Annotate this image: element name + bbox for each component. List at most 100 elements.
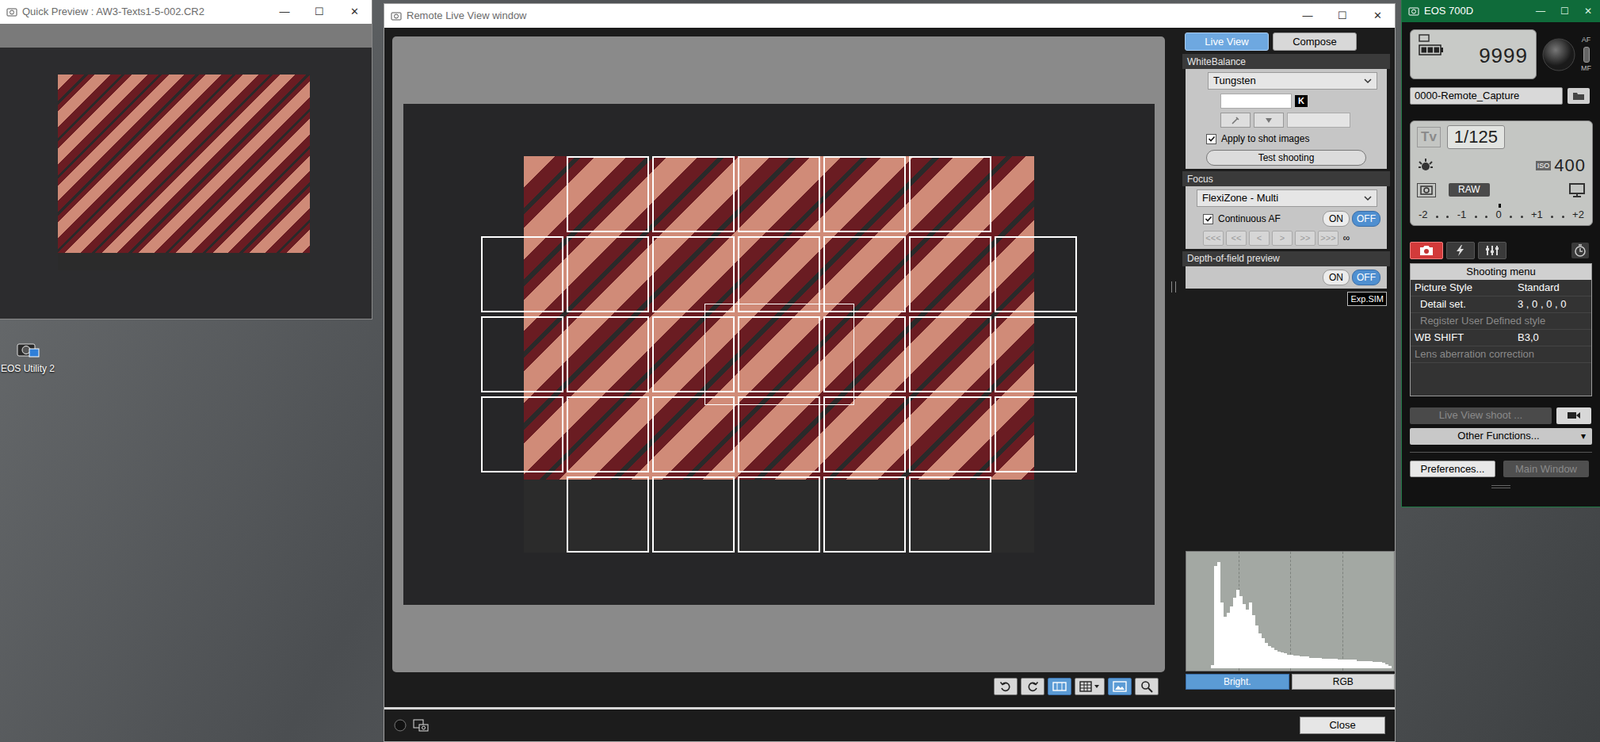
minimize-button[interactable]: — [1528, 0, 1553, 23]
menu-row[interactable]: Register User Defined style [1410, 313, 1592, 330]
focus-mode-dropdown[interactable]: FlexiZone - Multi [1196, 189, 1378, 207]
toolbar-button[interactable] [1020, 677, 1045, 695]
histogram-mode-button[interactable]: RGB [1291, 673, 1396, 690]
toolbar-button[interactable] [1134, 677, 1159, 695]
af-zone[interactable] [566, 476, 650, 553]
af-zone[interactable] [823, 396, 906, 473]
toggle-option[interactable]: ON [1322, 210, 1350, 227]
focus-nav-button[interactable]: >> [1294, 230, 1316, 246]
folder-button[interactable] [1567, 87, 1590, 104]
af-zone[interactable] [823, 316, 906, 393]
af-zone[interactable] [652, 476, 735, 553]
af-zone[interactable] [652, 156, 735, 233]
af-zone[interactable] [652, 316, 735, 393]
toggle-option[interactable]: OFF [1351, 210, 1381, 227]
zoom-frame[interactable] [704, 303, 855, 405]
settings-tab[interactable] [1446, 241, 1475, 260]
focus-nav-button[interactable]: << [1225, 230, 1247, 246]
focus-nav-button[interactable]: < [1248, 230, 1270, 246]
live-view-window[interactable]: Remote Live View window —☐✕ [383, 3, 1396, 742]
close-button[interactable]: ✕ [1576, 0, 1600, 23]
iso-value[interactable]: 400 [1554, 155, 1586, 176]
af-zone[interactable] [908, 476, 992, 553]
maximize-button[interactable]: ☐ [301, 0, 337, 24]
af-zone[interactable] [823, 476, 906, 553]
af-zone[interactable] [566, 236, 650, 313]
mode-dial-icon[interactable] [1541, 37, 1577, 73]
maximize-button[interactable]: ☐ [1325, 3, 1360, 28]
live-view-shoot-button[interactable]: Live View shoot ... [1409, 407, 1552, 424]
test-shooting-button[interactable]: Test shooting [1206, 149, 1367, 166]
af-zone[interactable] [908, 156, 992, 233]
af-zone[interactable] [481, 316, 564, 393]
eyedropper-button[interactable] [1220, 112, 1251, 128]
af-zone[interactable] [566, 156, 650, 233]
histogram-mode-button[interactable]: Bright. [1185, 673, 1290, 690]
other-functions-button[interactable]: Other Functions... ▾ [1409, 427, 1593, 445]
menu-row[interactable]: Detail set.3 , 0 , 0 , 0 [1410, 296, 1592, 314]
af-zone[interactable] [823, 236, 906, 313]
timer-icon[interactable] [1571, 242, 1589, 259]
toggle-option[interactable]: ON [1322, 269, 1350, 286]
menu-row[interactable]: Lens aberration correction [1410, 346, 1592, 363]
focus-nav-button[interactable]: ∞ [1340, 230, 1352, 245]
af-zone[interactable] [566, 316, 650, 393]
menu-row[interactable]: Picture StyleStandard [1410, 279, 1592, 297]
window-camera-icon[interactable] [412, 718, 429, 732]
camera-window[interactable]: EOS 700D —☐✕ 9999 AF MF 0000-Remote_Capt… [1401, 0, 1600, 508]
af-zone[interactable] [994, 316, 1077, 393]
af-zone[interactable] [908, 396, 992, 473]
af-zone[interactable] [908, 316, 992, 393]
focus-nav-button[interactable]: > [1271, 230, 1293, 246]
folder-field[interactable]: 0000-Remote_Capture [1409, 87, 1563, 105]
settings-tab[interactable] [1409, 241, 1444, 260]
af-zone[interactable] [737, 476, 821, 553]
close-button[interactable]: ✕ [1359, 3, 1395, 28]
continuous-af-checkbox[interactable] [1202, 213, 1214, 225]
menu-row[interactable]: WB SHIFTB3,0 [1410, 329, 1592, 347]
toolbar-button[interactable] [1074, 677, 1105, 695]
af-zone[interactable] [994, 236, 1077, 313]
af-zone[interactable] [652, 396, 735, 473]
close-button[interactable]: ✕ [336, 0, 372, 24]
focus-nav-button[interactable]: >>> [1317, 230, 1339, 246]
eyedropper-mode-dropdown[interactable] [1253, 112, 1284, 128]
movie-button[interactable] [1556, 407, 1592, 424]
close-button[interactable]: Close [1299, 716, 1386, 734]
minimize-button[interactable]: — [1290, 3, 1326, 28]
tab[interactable]: Compose [1272, 32, 1357, 51]
af-zone[interactable] [737, 316, 821, 393]
af-zone[interactable] [908, 236, 992, 313]
settings-tab[interactable] [1477, 241, 1507, 260]
image-quality[interactable]: RAW [1448, 183, 1490, 197]
af-zone[interactable] [481, 396, 564, 473]
apply-checkbox[interactable] [1206, 133, 1217, 145]
af-zone[interactable] [737, 236, 821, 313]
preferences-button[interactable]: Preferences... [1409, 460, 1496, 478]
splitter[interactable] [1164, 27, 1183, 707]
tab[interactable]: Live View [1184, 32, 1269, 51]
metering-button[interactable] [1416, 183, 1436, 198]
toggle-option[interactable]: OFF [1351, 269, 1381, 286]
af-zone[interactable] [737, 156, 821, 233]
af-zone[interactable] [737, 396, 821, 473]
quick-preview-window[interactable]: Quick Preview : AW3-Texts1-5-002.CR2 —☐✕ [0, 0, 373, 320]
maximize-button[interactable]: ☐ [1552, 0, 1577, 23]
white-balance-dropdown[interactable]: Tungsten [1207, 72, 1378, 90]
af-zone[interactable] [994, 396, 1077, 473]
white-balance-tungsten-icon[interactable] [1416, 156, 1435, 175]
focus-nav-button[interactable]: <<< [1202, 230, 1224, 246]
af-zone[interactable] [566, 396, 650, 473]
shutter-speed[interactable]: 1/125 [1447, 125, 1505, 149]
live-view-image[interactable] [403, 103, 1155, 605]
toolbar-button[interactable] [1107, 677, 1132, 695]
toolbar-button[interactable] [1047, 677, 1072, 695]
af-zone[interactable] [481, 236, 564, 313]
minimize-button[interactable]: — [267, 0, 302, 24]
af-zone[interactable] [652, 236, 735, 313]
toolbar-button[interactable] [993, 677, 1018, 695]
af-zone[interactable] [823, 156, 906, 233]
focus-switch[interactable] [1583, 46, 1590, 63]
desktop-icon[interactable]: EOS Utility 2 [1, 339, 54, 376]
main-window-button[interactable]: Main Window [1503, 460, 1589, 478]
